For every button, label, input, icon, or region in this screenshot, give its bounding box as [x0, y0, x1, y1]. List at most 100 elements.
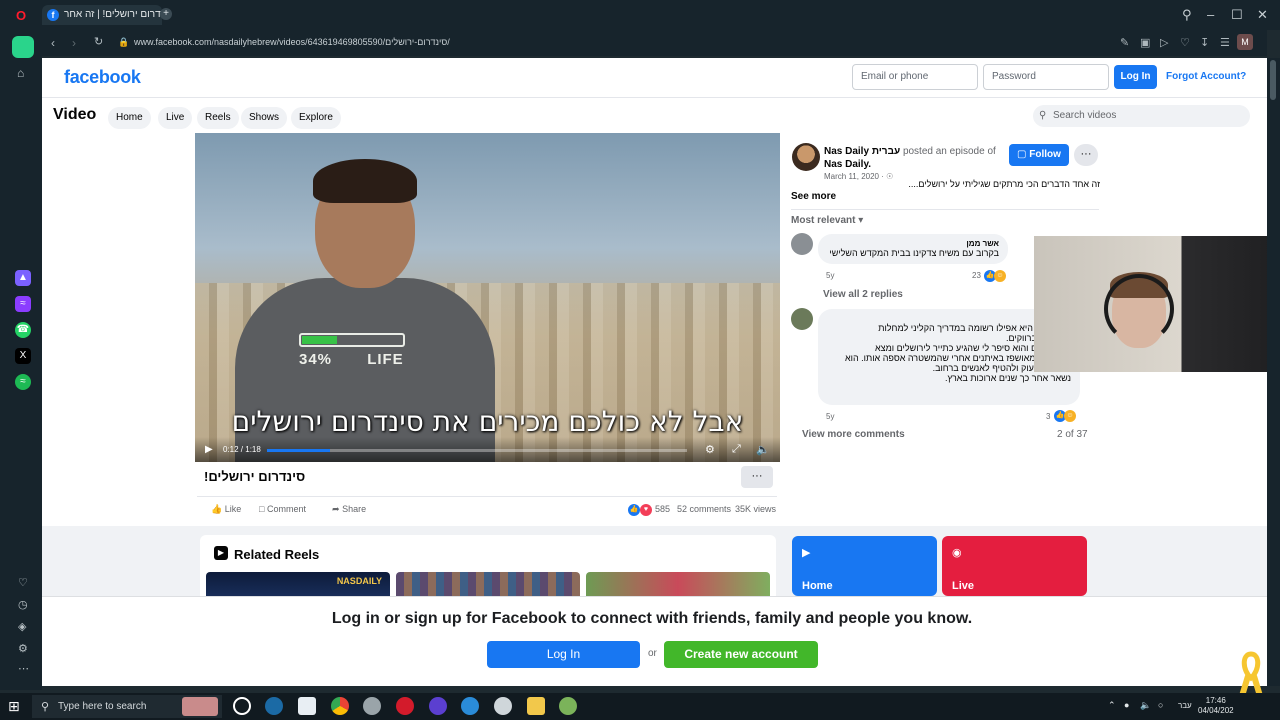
- comment-sort-dropdown[interactable]: Most relevant ▾: [791, 215, 863, 226]
- play-icon[interactable]: ▶: [205, 444, 213, 455]
- scrollbar-thumb[interactable]: [1270, 60, 1276, 100]
- comment-reaction-count[interactable]: 3: [1046, 412, 1050, 421]
- settings-app-icon[interactable]: [494, 697, 512, 715]
- language-indicator[interactable]: עבר: [1178, 701, 1192, 710]
- video-progress-bar[interactable]: [267, 449, 687, 452]
- tab-explore[interactable]: Explore: [291, 107, 341, 129]
- comment-reaction-count[interactable]: 23: [972, 271, 981, 280]
- taskbar-clock[interactable]: 17:46 04/04/202: [1198, 696, 1234, 716]
- commenter-avatar[interactable]: [791, 233, 813, 255]
- app-icon[interactable]: [429, 697, 447, 715]
- windows-start-icon[interactable]: ⊞: [8, 698, 20, 715]
- facebook-logo[interactable]: facebook: [64, 67, 141, 88]
- post-description: זה אחד הדברים הכי מרתקים שגיליתי על ירוש…: [908, 179, 1100, 189]
- tray-chevron-icon[interactable]: ⌃: [1108, 700, 1116, 711]
- favorites-icon[interactable]: ♡: [18, 576, 28, 589]
- aria-ai-icon[interactable]: [12, 36, 34, 58]
- opera-logo-icon[interactable]: O: [16, 8, 26, 23]
- download-icon[interactable]: ↧: [1200, 36, 1209, 49]
- like-button[interactable]: 👍 Like: [211, 504, 241, 515]
- view-more-comments-link[interactable]: View more comments: [802, 429, 905, 440]
- file-explorer-icon[interactable]: [527, 697, 545, 715]
- login-button[interactable]: Log In: [1114, 65, 1157, 89]
- spotify-icon[interactable]: ≈: [15, 374, 31, 390]
- network-icon[interactable]: ○: [1158, 700, 1163, 710]
- forward-icon[interactable]: ›: [72, 36, 76, 50]
- video-more-button[interactable]: ···: [741, 466, 773, 488]
- whatsapp-icon[interactable]: ☎: [15, 322, 31, 338]
- email-field[interactable]: Email or phone: [852, 64, 978, 90]
- app-icon[interactable]: [559, 697, 577, 715]
- tab-search-icon[interactable]: ⚲: [1182, 7, 1192, 23]
- microphone-icon[interactable]: ●: [1124, 700, 1129, 710]
- app-icon[interactable]: [461, 697, 479, 715]
- settings-gear-icon[interactable]: ⚙: [705, 443, 715, 456]
- messenger-icon[interactable]: ≈: [15, 296, 31, 312]
- history-icon[interactable]: ◷: [18, 598, 28, 611]
- video-player[interactable]: 34% LIFE אבל לא כולכם מכירים את סינדרום …: [195, 133, 780, 462]
- scrollbar-track[interactable]: [1267, 58, 1280, 686]
- see-more-link[interactable]: See more: [791, 191, 836, 202]
- like-label: Like: [224, 504, 242, 514]
- settings-icon[interactable]: ⚙: [18, 642, 28, 655]
- minimize-icon[interactable]: –: [1207, 7, 1214, 22]
- camera-icon[interactable]: ▣: [1140, 36, 1150, 49]
- create-account-button[interactable]: Create new account: [664, 641, 818, 668]
- opera-app-icon[interactable]: [396, 697, 414, 715]
- reaction-count[interactable]: 585: [655, 504, 670, 514]
- obs-app-icon[interactable]: [233, 697, 251, 715]
- heart-icon[interactable]: ♡: [1180, 36, 1190, 49]
- more-icon[interactable]: ⋯: [18, 662, 29, 675]
- tab-live[interactable]: Live: [158, 107, 193, 129]
- video-home-icon: ▶: [802, 547, 811, 559]
- commenter-avatar[interactable]: [791, 308, 813, 330]
- tab-shows[interactable]: Shows: [241, 107, 288, 129]
- browser-tab[interactable]: f סינדרום ירושלים! | זה אחר: [42, 5, 162, 25]
- forgot-account-link[interactable]: Forgot Account?: [1166, 71, 1246, 82]
- comment-button[interactable]: □ Comment: [259, 504, 306, 514]
- post-author[interactable]: Nas Daily עברית: [824, 146, 900, 157]
- tab-home[interactable]: Home: [108, 107, 151, 129]
- file-app-icon[interactable]: [298, 697, 316, 715]
- video-progress-fill: [267, 449, 330, 452]
- maximize-icon[interactable]: ☐: [1231, 7, 1243, 23]
- extensions-icon[interactable]: ◈: [18, 620, 26, 633]
- banner-login-button[interactable]: Log In: [487, 641, 640, 668]
- ai-tool-icon[interactable]: ▲: [15, 270, 31, 286]
- home-tile[interactable]: ▶ Home: [792, 536, 937, 596]
- close-icon[interactable]: ✕: [1257, 7, 1268, 23]
- view-replies-link[interactable]: View all 2 replies: [823, 289, 903, 300]
- chrome-app-icon[interactable]: [331, 697, 349, 715]
- home-icon[interactable]: ⌂: [17, 66, 24, 80]
- reload-icon[interactable]: ↻: [94, 35, 103, 48]
- comment-line: נשאר אחר כך שנים ארוכות בארץ.: [944, 373, 1071, 383]
- post-show[interactable]: Nas Daily.: [824, 159, 871, 170]
- tab-reels[interactable]: Reels: [197, 107, 239, 129]
- volume-icon[interactable]: 🔈: [756, 443, 770, 456]
- app-icon[interactable]: [363, 697, 381, 715]
- follow-button[interactable]: ▢ Follow: [1009, 144, 1069, 166]
- taskbar-search-input[interactable]: ⚲ Type here to search: [32, 695, 222, 718]
- page-avatar[interactable]: [792, 143, 820, 171]
- steam-app-icon[interactable]: [265, 697, 283, 715]
- send-icon[interactable]: ▷: [1160, 36, 1168, 49]
- search-videos-input[interactable]: ⚲ Search videos: [1033, 105, 1250, 127]
- edit-icon[interactable]: ✎: [1120, 36, 1129, 49]
- taskbar-search-placeholder: Type here to search: [58, 701, 147, 712]
- menu-icon[interactable]: ☰: [1220, 36, 1230, 49]
- comment-count[interactable]: 52 comments: [677, 504, 731, 514]
- profile-avatar[interactable]: M: [1237, 34, 1253, 50]
- x-twitter-icon[interactable]: X: [15, 348, 31, 364]
- back-icon[interactable]: ‹: [51, 36, 55, 50]
- fullscreen-icon[interactable]: ⤢: [732, 443, 741, 456]
- live-tile[interactable]: ◉ Live: [942, 536, 1087, 596]
- password-field[interactable]: Password: [983, 64, 1109, 90]
- post-more-button[interactable]: ···: [1074, 144, 1098, 166]
- commenter-name[interactable]: אשר ממן: [827, 239, 999, 248]
- url-field[interactable]: www.facebook.com/nasdailyhebrew/videos/6…: [134, 37, 450, 47]
- comment-age: 5y: [826, 412, 835, 421]
- share-button[interactable]: ➦ Share: [332, 504, 366, 515]
- divider: [791, 209, 1099, 210]
- volume-icon[interactable]: 🔈: [1140, 700, 1151, 711]
- new-tab-button[interactable]: +: [160, 8, 172, 20]
